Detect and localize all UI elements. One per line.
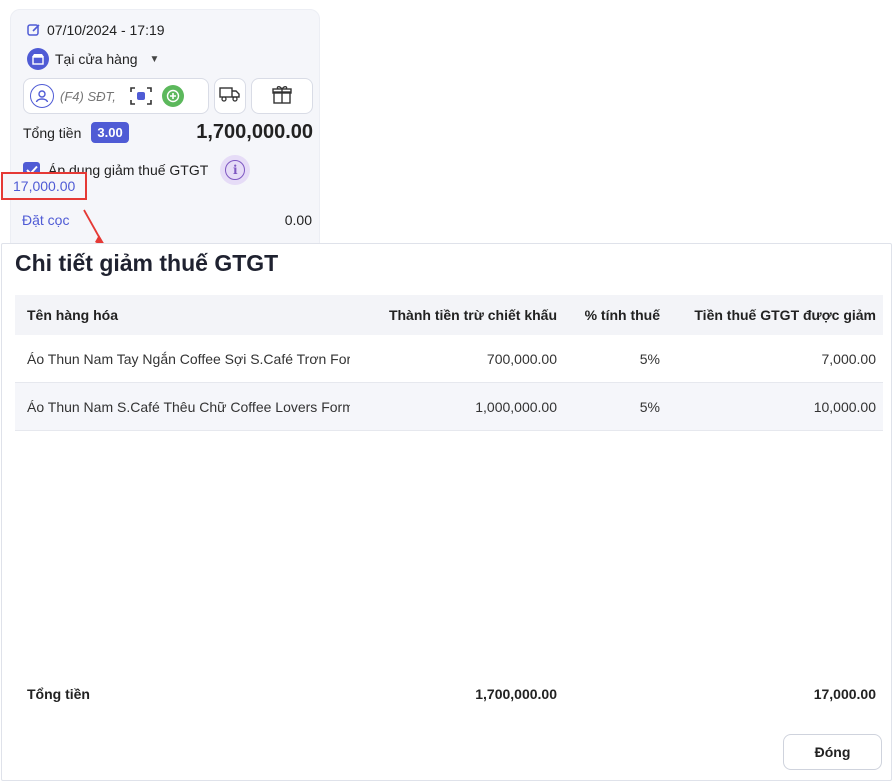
row-reduced-amount: 10,000.00 xyxy=(813,398,876,415)
column-header-name: Tên hàng hóa xyxy=(27,307,118,323)
add-customer-icon[interactable] xyxy=(162,85,184,107)
table-footer-total: Tổng tiền 1,700,000.00 17,000.00 xyxy=(15,676,883,712)
footer-total-reduced: 17,000.00 xyxy=(813,686,876,702)
order-datetime-row[interactable]: 07/10/2024 - 17:19 xyxy=(27,22,165,38)
customer-search-input[interactable] xyxy=(58,87,120,105)
row-reduced-amount: 7,000.00 xyxy=(821,350,877,367)
column-header-reduced: Tiền thuế GTGT được giảm xyxy=(694,307,876,323)
table-row: Áo Thun Nam S.Café Thêu Chữ Coffee Lover… xyxy=(15,383,883,431)
vat-reduction-amount-link[interactable]: 17,000.00 xyxy=(1,172,88,200)
store-icon xyxy=(27,48,49,70)
close-button[interactable]: Đóng xyxy=(783,734,882,770)
row-tax-rate: 5% xyxy=(639,350,660,367)
scan-customer-icon[interactable] xyxy=(128,85,154,107)
row-amount: 1,000,000.00 xyxy=(475,398,557,415)
footer-total-label: Tổng tiền xyxy=(27,686,90,702)
customer-search-box[interactable] xyxy=(23,78,209,114)
row-amount: 700,000.00 xyxy=(486,350,557,367)
row-product-name: Áo Thun Nam Tay Ngắn Coffee Sợi S.Café T… xyxy=(27,350,350,367)
store-mode-dropdown[interactable]: Tại cửa hàng ▼ xyxy=(27,48,159,70)
footer-total-amount: 1,700,000.00 xyxy=(475,686,557,702)
row-product-name: Áo Thun Nam S.Café Thêu Chữ Coffee Lover… xyxy=(27,398,350,415)
item-count-badge: 3.00 xyxy=(91,122,129,143)
deposit-link[interactable]: Đặt cọc xyxy=(22,212,69,228)
vat-reduction-detail-dialog: Chi tiết giảm thuế GTGT Tên hàng hóa Thà… xyxy=(1,243,892,781)
table-row: Áo Thun Nam Tay Ngắn Coffee Sợi S.Café T… xyxy=(15,335,883,383)
table-header: Tên hàng hóa Thành tiền trừ chiết khấu %… xyxy=(15,295,883,335)
delivery-button[interactable] xyxy=(214,78,246,114)
deposit-row: Đặt cọc 0.00 xyxy=(22,212,312,228)
chevron-down-icon: ▼ xyxy=(149,53,160,65)
gift-button[interactable] xyxy=(251,78,313,114)
column-header-rate: % tính thuế xyxy=(584,307,660,323)
truck-icon xyxy=(219,86,241,107)
gift-icon xyxy=(271,84,293,109)
store-mode-label: Tại cửa hàng xyxy=(55,51,138,67)
row-tax-rate: 5% xyxy=(639,398,660,415)
order-datetime: 07/10/2024 - 17:19 xyxy=(47,22,165,38)
order-total-row: Tổng tiền 3.00 1,700,000.00 xyxy=(23,121,313,144)
order-total-amount: 1,700,000.00 xyxy=(196,121,313,143)
order-total-label: Tổng tiền xyxy=(23,124,82,141)
user-icon xyxy=(30,84,54,108)
info-icon[interactable]: i xyxy=(220,155,251,185)
dialog-title: Chi tiết giảm thuế GTGT xyxy=(15,250,279,276)
edit-icon[interactable] xyxy=(27,23,41,37)
column-header-amount: Thành tiền trừ chiết khấu xyxy=(388,307,557,323)
deposit-amount: 0.00 xyxy=(284,212,312,228)
